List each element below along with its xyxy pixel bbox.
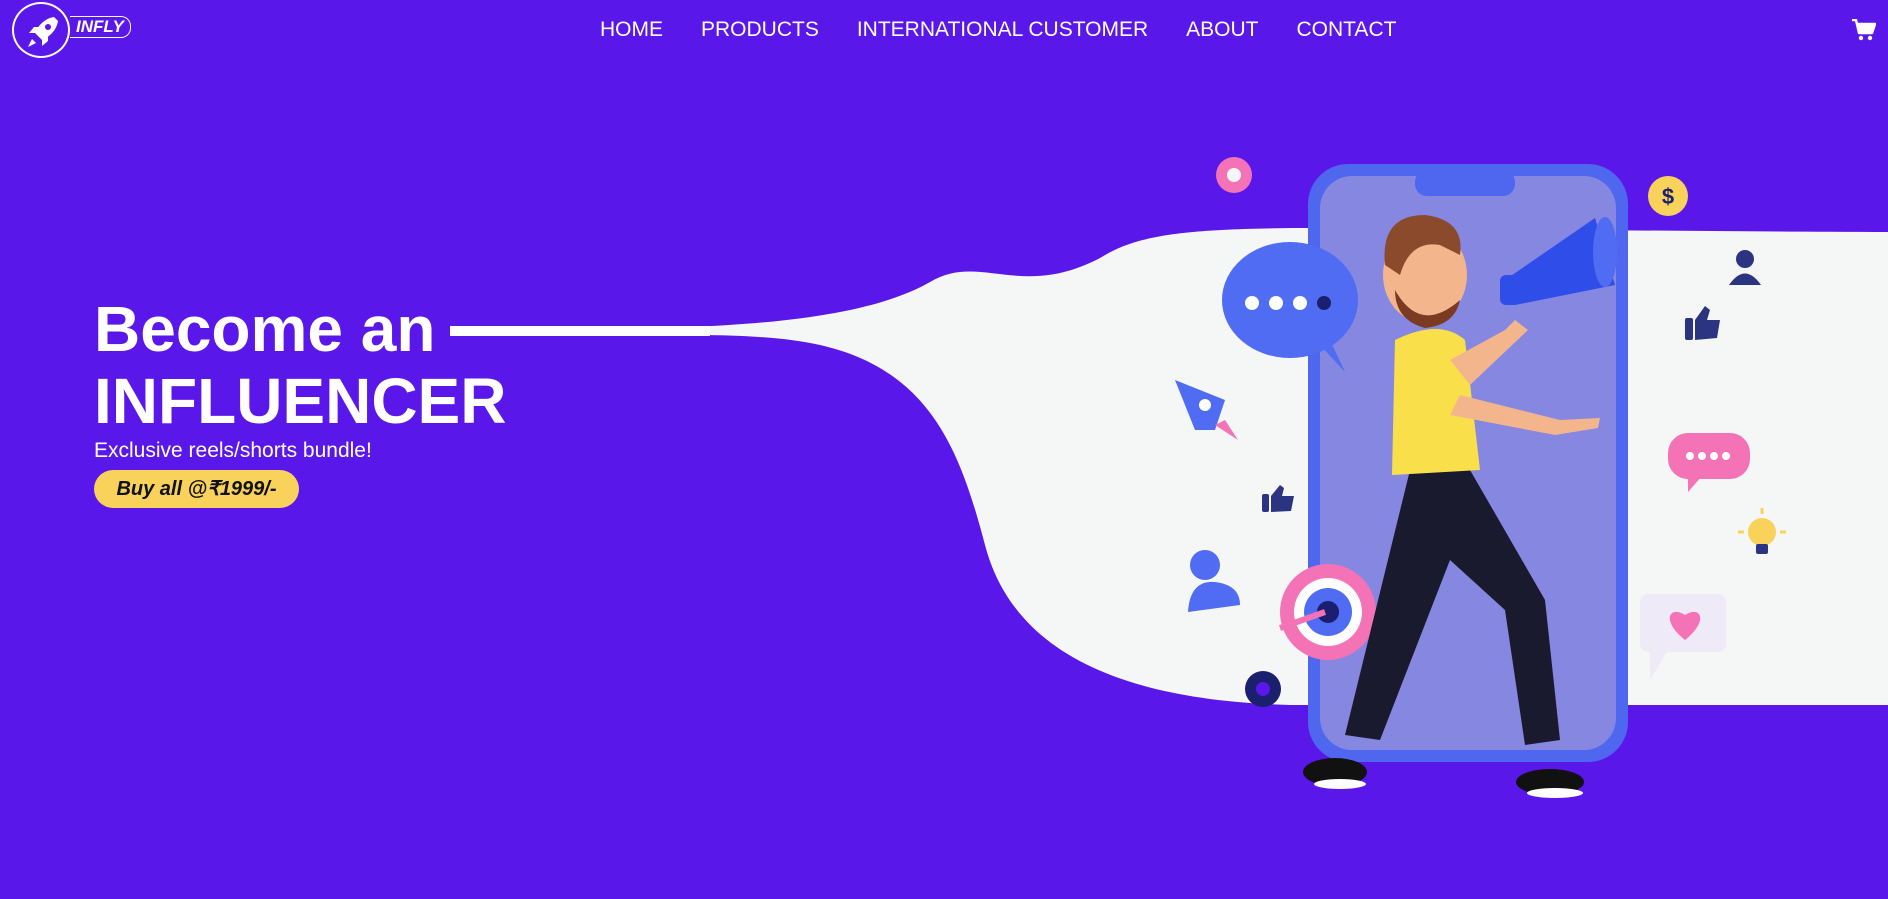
brand-name: INFLY (70, 16, 131, 38)
svg-text:$: $ (1662, 184, 1674, 209)
hero-title: Become an INFLUENCER (94, 293, 654, 437)
dollar-coin-icon: $ (1648, 176, 1688, 216)
logo-badge (12, 2, 70, 58)
nav-item-international-customer[interactable]: INTERNATIONAL CUSTOMER (857, 17, 1148, 43)
hero-section: Become an INFLUENCER Exclusive reels/sho… (94, 293, 654, 508)
nav-item-home[interactable]: HOME (600, 17, 663, 43)
rocket-icon (28, 17, 58, 47)
nav-item-contact[interactable]: CONTACT (1297, 17, 1397, 43)
cart-icon (1852, 18, 1877, 41)
brand-logo[interactable]: INFLY (12, 2, 132, 58)
gear-icon (1216, 157, 1252, 193)
navbar: INFLY HOME PRODUCTS INTERNATIONAL CUSTOM… (0, 0, 1888, 60)
main-nav: HOME PRODUCTS INTERNATIONAL CUSTOMER ABO… (600, 17, 1396, 43)
buy-all-button[interactable]: Buy all @₹1999/- (94, 470, 299, 508)
nav-item-about[interactable]: ABOUT (1186, 17, 1258, 43)
target-icon (1278, 564, 1376, 660)
hero-title-line2: INFLUENCER (94, 365, 507, 437)
hero-title-line1: Become an (94, 293, 436, 365)
nav-item-products[interactable]: PRODUCTS (701, 17, 819, 43)
gear-dark-icon (1245, 671, 1281, 707)
cart-button[interactable] (1852, 18, 1877, 41)
hero-subtitle: Exclusive reels/shorts bundle! (94, 439, 372, 462)
